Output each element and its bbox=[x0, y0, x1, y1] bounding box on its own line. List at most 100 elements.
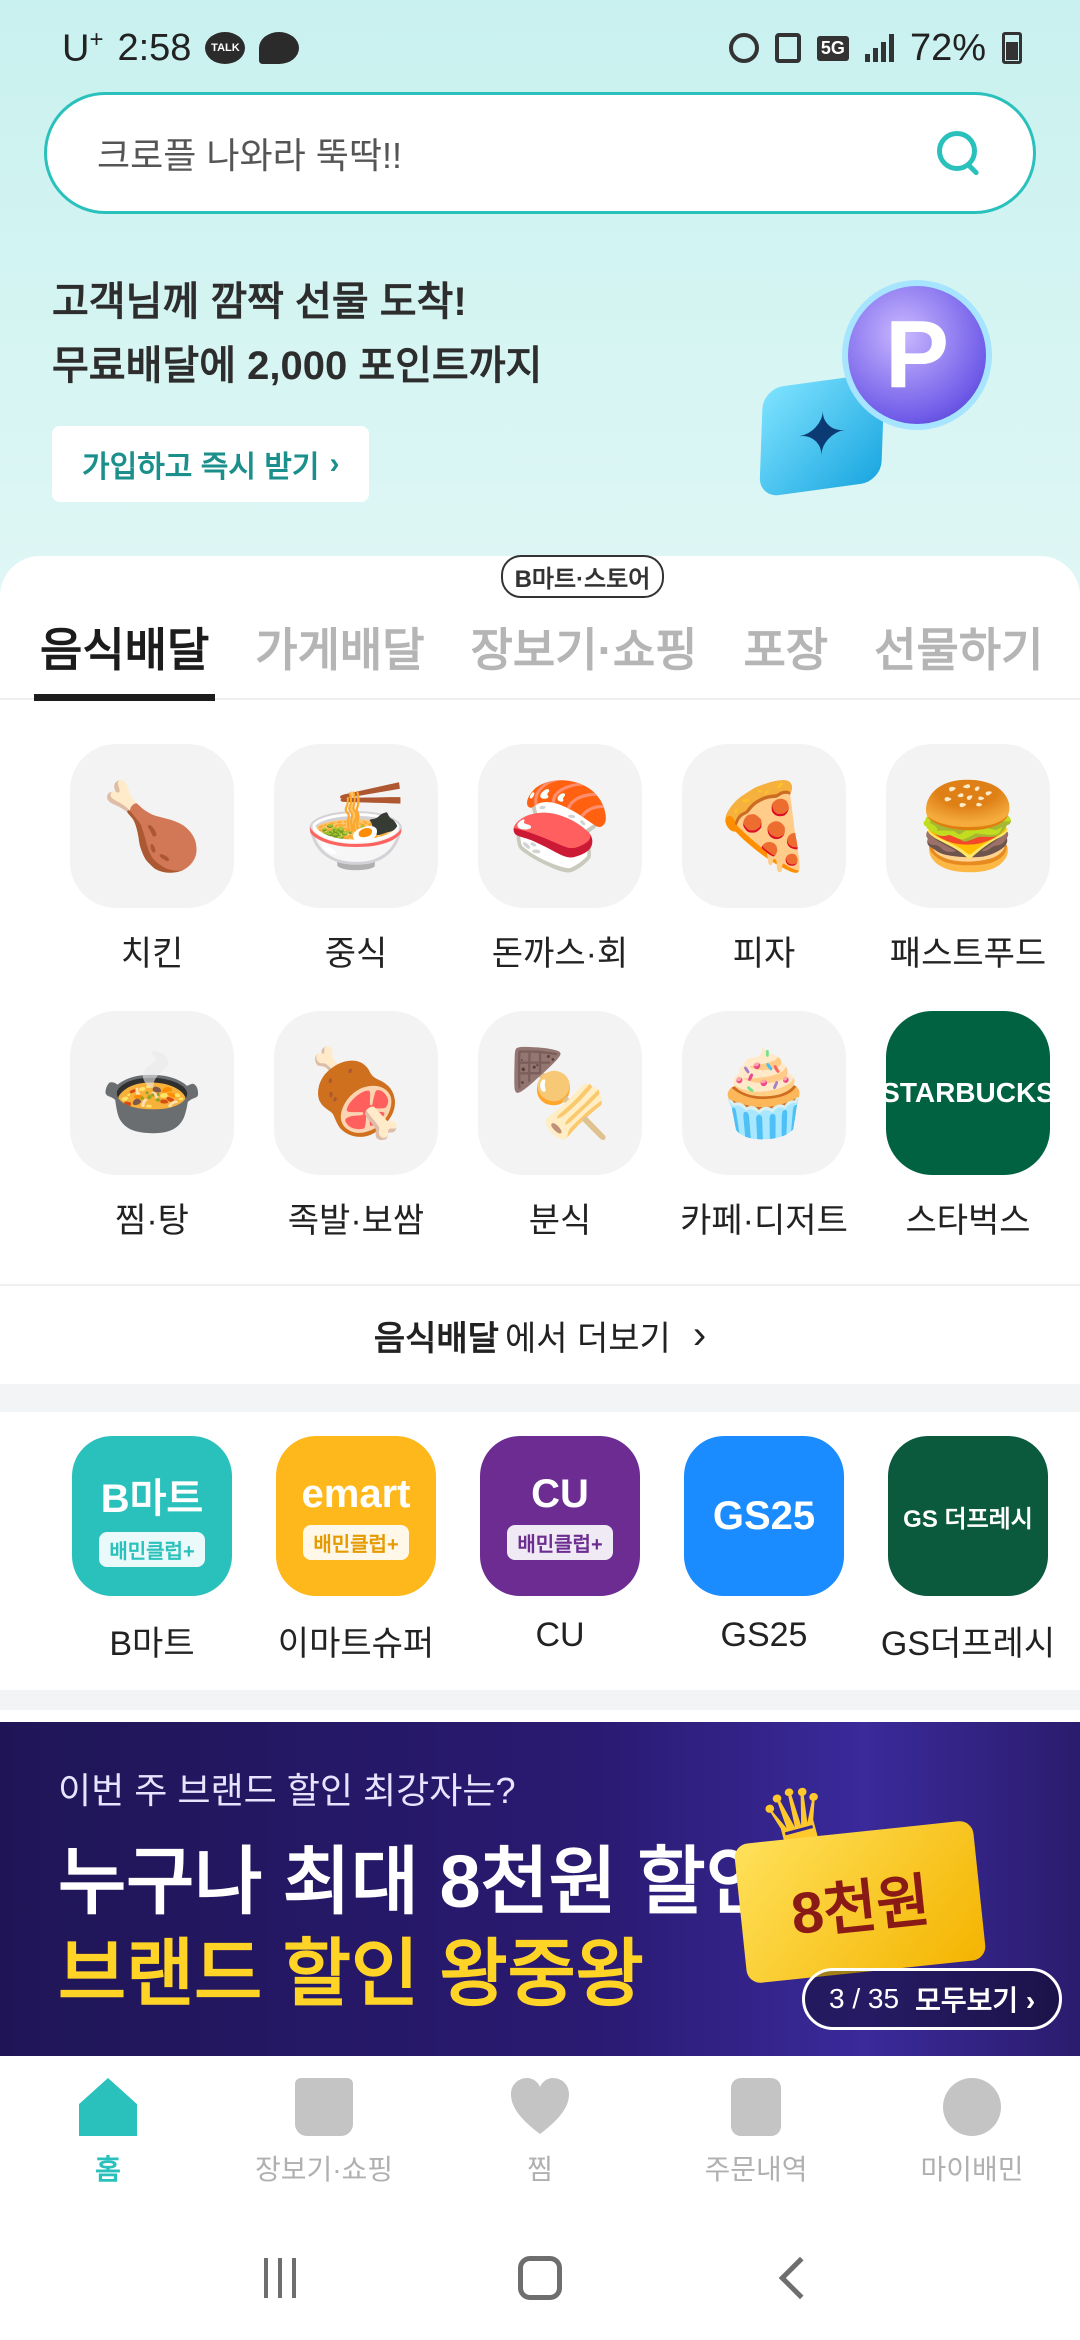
nav-label: 주문내역 bbox=[704, 2154, 808, 2185]
tteokbokki-icon: 🍢 bbox=[478, 1011, 642, 1175]
category-label: 패스트푸드 bbox=[889, 935, 1047, 973]
banner-title: 누구나 최대 8천원 할인! bbox=[58, 1840, 799, 1923]
promo-banner[interactable]: 고객님께 깜짝 선물 도착! 무료배달에 2,000 포인트까지 가입하고 즉시… bbox=[52, 270, 542, 502]
bottom-navigation: 홈 장보기·쇼핑 찜 주문내역 마이배민 bbox=[0, 2056, 1080, 2216]
category-label: 중식 bbox=[324, 935, 388, 973]
back-button[interactable] bbox=[765, 2248, 835, 2308]
store-gs-fresh[interactable]: GS 더프레시 GS더프레시 bbox=[866, 1436, 1070, 1665]
brand-discount-banner[interactable]: 이번 주 브랜드 할인 최강자는? 누구나 최대 8천원 할인! 브랜드 할인 … bbox=[0, 1722, 1080, 2056]
section-divider bbox=[0, 1690, 1080, 1710]
banner-page-count: 3 / 35 bbox=[829, 1983, 900, 2014]
battery-percent: 72% bbox=[909, 26, 986, 69]
category-label: 족발·보쌈 bbox=[287, 1202, 425, 1240]
point-coin-icon: P bbox=[842, 280, 992, 430]
category-label: 카페·디저트 bbox=[680, 1202, 848, 1240]
alarm-icon bbox=[728, 33, 759, 63]
store-logo-text: GS25 bbox=[712, 1493, 816, 1538]
nav-label: 홈 bbox=[95, 2154, 121, 2185]
signal-icon bbox=[864, 34, 894, 62]
status-left: U+ 2:58 TALK bbox=[62, 25, 300, 71]
home-icon bbox=[79, 2078, 137, 2136]
chevron-right-icon: › bbox=[329, 447, 340, 480]
nav-label: 장보기·쇼핑 bbox=[254, 2154, 394, 2185]
store-emart[interactable]: emart 배민클럽+ 이마트슈퍼 bbox=[254, 1436, 458, 1665]
tab-shopping[interactable]: B마트·스토어 장보기·쇼핑 bbox=[471, 555, 697, 699]
category-cutlet-sashimi[interactable]: 🍣 돈까스·회 bbox=[458, 744, 662, 975]
nav-favorites[interactable]: 찜 bbox=[432, 2056, 648, 2216]
starbucks-logo-icon: STARBUCKS bbox=[881, 1011, 1055, 1175]
network-5g-icon: 5G bbox=[816, 35, 849, 61]
category-jokbal[interactable]: 🍖 족발·보쌈 bbox=[254, 1011, 458, 1242]
search-icon[interactable] bbox=[935, 129, 983, 177]
burger-icon: 🍔 bbox=[886, 744, 1050, 908]
nav-home[interactable]: 홈 bbox=[0, 2056, 216, 2216]
promo-button-label: 가입하고 즉시 받기 bbox=[82, 451, 320, 484]
mute-icon bbox=[774, 33, 801, 63]
category-fastfood[interactable]: 🍔 패스트푸드 bbox=[866, 744, 1070, 975]
service-tabs: 음식배달 가게배달 B마트·스토어 장보기·쇼핑 포장 선물하기 bbox=[0, 555, 1080, 701]
shopping-bag-icon bbox=[295, 2078, 353, 2136]
store-gs25[interactable]: GS25 GS25 bbox=[662, 1436, 866, 1665]
category-cafe-dessert[interactable]: 🧁 카페·디저트 bbox=[662, 1011, 866, 1242]
status-bar: U+ 2:58 TALK 5G 72% bbox=[0, 0, 1080, 96]
store-label: B마트 bbox=[109, 1625, 195, 1663]
nav-label: 찜 bbox=[527, 2154, 553, 2185]
category-chicken[interactable]: 🍗 치킨 bbox=[50, 744, 254, 975]
store-logo-text: CU bbox=[531, 1472, 589, 1516]
food-more-link[interactable]: 음식배달 에서 더보기 › bbox=[0, 1284, 1080, 1384]
food-categories: 🍗 치킨 🍜 중식 🍣 돈까스·회 🍕 피자 🍔 패스트푸드 🍲 찜·탕 🍖 족발·보쌈 🍢 분… bbox=[0, 744, 1080, 1278]
banner-subtitle: 이번 주 브랜드 할인 최강자는? bbox=[58, 1770, 516, 1811]
promo-illustration: ✦ P bbox=[752, 280, 1012, 510]
nav-my-baemin[interactable]: 마이배민 bbox=[864, 2056, 1080, 2216]
kakaotalk-icon: TALK bbox=[205, 32, 246, 64]
store-label: GS25 bbox=[720, 1616, 808, 1654]
chicken-icon: 🍗 bbox=[70, 744, 234, 908]
tab-food-delivery[interactable]: 음식배달 bbox=[33, 595, 216, 701]
banner-pager[interactable]: 3 / 35 모두보기 › bbox=[802, 1968, 1063, 2030]
category-snack[interactable]: 🍢 분식 bbox=[458, 1011, 662, 1242]
pork-icon: 🍖 bbox=[274, 1011, 438, 1175]
chat-bubble-icon bbox=[259, 32, 300, 64]
tab-badge: B마트·스토어 bbox=[500, 555, 665, 598]
category-label: 찜·탕 bbox=[115, 1202, 189, 1240]
nav-shopping[interactable]: 장보기·쇼핑 bbox=[216, 2056, 432, 2216]
promo-line-2: 무료배달에 2,000 포인트까지 bbox=[52, 344, 543, 388]
battery-icon bbox=[1002, 32, 1022, 64]
category-chinese[interactable]: 🍜 중식 bbox=[254, 744, 458, 975]
profile-face-icon bbox=[943, 2078, 1001, 2136]
main-sheet: 음식배달 가게배달 B마트·스토어 장보기·쇼핑 포장 선물하기 🍗 치킨 🍜 중식… bbox=[0, 555, 1080, 2056]
category-label: 돈까스·회 bbox=[491, 935, 629, 973]
store-club-badge: 배민클럽+ bbox=[99, 1531, 205, 1567]
recent-apps-button[interactable] bbox=[245, 2248, 315, 2308]
heart-icon bbox=[511, 2078, 569, 2136]
home-button[interactable] bbox=[505, 2248, 575, 2308]
promo-signup-button[interactable]: 가입하고 즉시 받기 › bbox=[52, 426, 370, 502]
status-right: 5G 72% bbox=[728, 26, 1022, 70]
back-chevron-icon bbox=[778, 2256, 822, 2300]
category-starbucks[interactable]: STARBUCKS 스타벅스 bbox=[866, 1011, 1070, 1242]
store-label: CU bbox=[535, 1616, 585, 1654]
discount-ticket: 8천원 bbox=[733, 1819, 987, 1985]
status-time: 2:58 bbox=[117, 26, 192, 69]
more-link-text: 에서 더보기 bbox=[504, 1319, 671, 1358]
nav-orders[interactable]: 주문내역 bbox=[648, 2056, 864, 2216]
gs-fresh-logo-icon: GS 더프레시 bbox=[888, 1436, 1048, 1596]
store-club-badge: 배민클럽+ bbox=[303, 1525, 409, 1560]
tab-gift[interactable]: 선물하기 bbox=[874, 595, 1043, 699]
receipt-icon bbox=[731, 2078, 781, 2136]
carrier-label: U+ bbox=[62, 25, 104, 70]
search-bar[interactable]: 크로플 나와라 뚝딱!! bbox=[44, 92, 1036, 214]
noodle-bowl-icon: 🍜 bbox=[274, 744, 438, 908]
system-navigation-bar bbox=[0, 2216, 1080, 2340]
banner-title-2: 브랜드 할인 왕중왕 bbox=[58, 1932, 644, 2015]
section-divider bbox=[0, 1384, 1080, 1412]
category-stew[interactable]: 🍲 찜·탕 bbox=[50, 1011, 254, 1242]
tab-takeout[interactable]: 포장 bbox=[743, 595, 828, 699]
category-label: 치킨 bbox=[120, 935, 184, 973]
tab-store-delivery[interactable]: 가게배달 bbox=[255, 595, 424, 699]
store-cu[interactable]: CU 배민클럽+ CU bbox=[458, 1436, 662, 1665]
store-bmart[interactable]: B마트 배민클럽+ B마트 bbox=[50, 1436, 254, 1665]
category-pizza[interactable]: 🍕 피자 bbox=[662, 744, 866, 975]
search-input[interactable]: 크로플 나와라 뚝딱!! bbox=[97, 127, 935, 179]
sushi-icon: 🍣 bbox=[478, 744, 642, 908]
